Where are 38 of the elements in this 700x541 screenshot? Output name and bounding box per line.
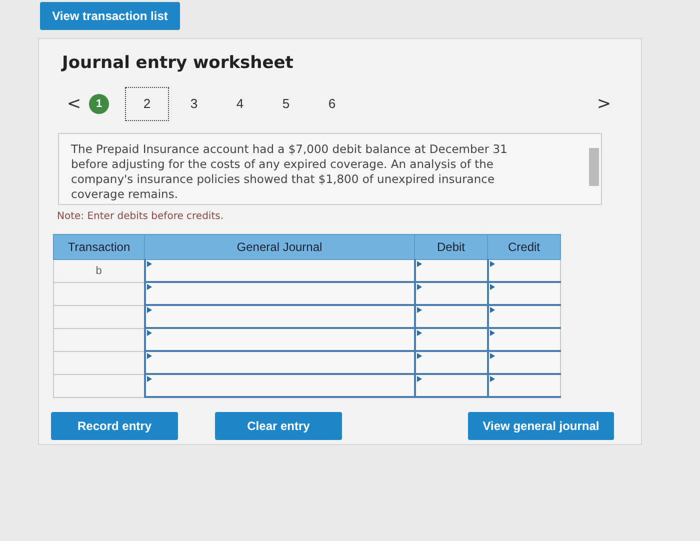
debit-field[interactable]: [414, 260, 488, 282]
column-header: Debit: [414, 234, 488, 260]
step-tab[interactable]: 6: [321, 93, 343, 115]
step-tab[interactable]: 5: [275, 93, 297, 115]
account-field[interactable]: [144, 260, 414, 282]
debit-field[interactable]: [414, 282, 488, 305]
action-button[interactable]: Record entry: [51, 412, 178, 440]
account-field[interactable]: [144, 351, 414, 374]
action-button[interactable]: View general journal: [468, 412, 614, 440]
previous-button[interactable]: <: [59, 94, 89, 114]
step-tab[interactable]: 1: [89, 94, 109, 114]
credit-field[interactable]: [488, 374, 560, 397]
column-header: General Journal: [144, 234, 414, 260]
credit-field[interactable]: [488, 282, 560, 305]
column-header: Transaction: [54, 234, 144, 260]
account-field[interactable]: [144, 305, 414, 328]
note-text: Note: Enter debits before credits.: [57, 211, 225, 222]
debit-field[interactable]: [414, 351, 488, 374]
credit-field[interactable]: [488, 351, 560, 374]
next-button[interactable]: >: [589, 94, 619, 114]
step-tab[interactable]: 3: [183, 93, 205, 115]
transaction-cell: b: [54, 260, 144, 282]
view-transaction-list-button[interactable]: View transaction list: [40, 2, 180, 30]
account-field[interactable]: [144, 282, 414, 305]
column-header: Credit: [488, 234, 560, 260]
credit-field[interactable]: [488, 260, 560, 282]
debit-field[interactable]: [414, 328, 488, 351]
debit-field[interactable]: [414, 374, 488, 397]
credit-field[interactable]: [488, 328, 560, 351]
description-text: The Prepaid Insurance account had a $7,000 debit balance at December 31 before adjusting for the costs of any expired coverage. An analysis of the company's insurance policies showed that $1,800 of unexpired insurance coverage remains.: [70, 141, 508, 203]
debit-field[interactable]: [414, 305, 488, 328]
worksheet-title: Journal entry worksheet: [62, 53, 294, 73]
step-tab[interactable]: 2: [125, 87, 169, 121]
account-field[interactable]: [144, 328, 414, 351]
account-field[interactable]: [144, 374, 414, 397]
credit-field[interactable]: [488, 305, 560, 328]
action-button[interactable]: Clear entry: [215, 412, 342, 440]
step-tab[interactable]: 4: [229, 93, 251, 115]
